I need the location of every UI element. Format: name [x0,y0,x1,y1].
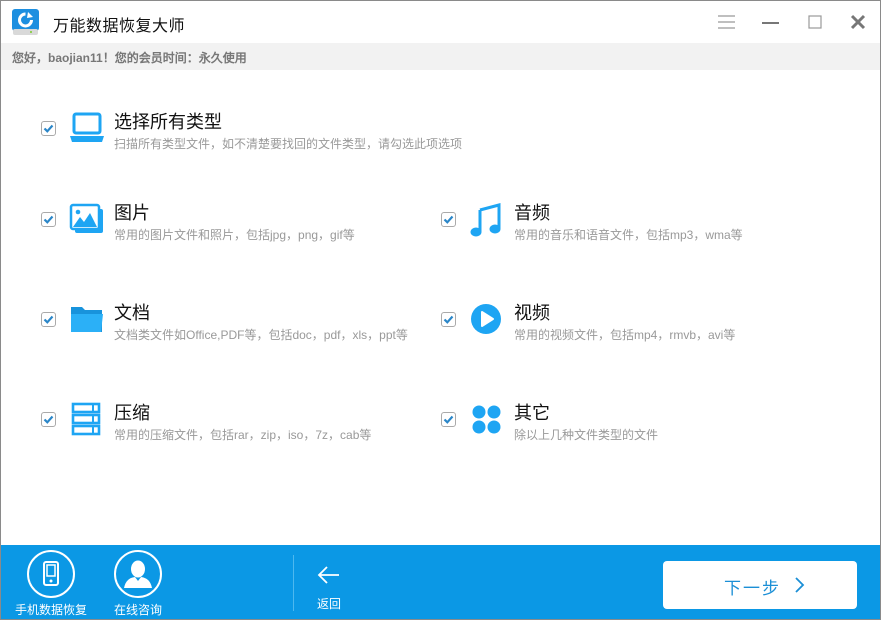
member-info-text: 您好，baojian11！您的会员时间：永久使用 [12,51,247,65]
checkbox-audio[interactable] [441,212,456,227]
checkmark-icon [43,415,54,424]
checkbox-others[interactable] [441,412,456,427]
arrow-left-icon [317,566,339,584]
next-step-label: 下一步 [724,579,781,598]
option-title: 图片 [114,203,150,223]
checkmark-icon [443,415,454,424]
option-archives[interactable]: 压缩 常用的压缩文件，包括rar，zip，iso，7z，cab等 [41,402,431,452]
option-documents[interactable]: 文档 文档类文件如Office,PDF等，包括doc，pdf，xls，ppt等 [41,302,431,352]
option-all-types[interactable]: 选择所有类型 扫描所有类型文件，如不清楚要找回的文件类型，请勾选此项选项 [41,111,501,161]
option-title: 视频 [514,303,550,323]
option-title: 压缩 [114,403,150,423]
maximize-icon [808,15,822,29]
option-audio[interactable]: 音频 常用的音乐和语音文件，包括mp3，wma等 [441,202,781,252]
checkbox-all-types[interactable] [41,121,56,136]
app-window: 万能数据恢复大师 您好，baojian11！您的会员时间：永久使用 选择所有类型… [0,0,881,620]
checkmark-icon [43,215,54,224]
music-note-icon [470,203,501,237]
checkbox-video[interactable] [441,312,456,327]
option-title: 音频 [514,203,550,223]
back-button[interactable]: 返回 [309,559,349,615]
phone-recovery-circle [27,550,75,598]
checkbox-archives[interactable] [41,412,56,427]
option-others[interactable]: 其它 除以上几种文件类型的文件 [441,402,781,452]
phone-icon [43,561,59,586]
footer-bar: 手机数据恢复 在线咨询 返回 下一步 [1,545,880,619]
title-bar: 万能数据恢复大师 [1,1,880,43]
menu-icon [718,15,735,29]
checkbox-documents[interactable] [41,312,56,327]
online-consult-button[interactable]: 在线咨询 [100,550,176,618]
option-title: 文档 [114,303,150,323]
checkbox-pictures[interactable] [41,212,56,227]
option-description: 常用的音乐和语音文件，包括mp3，wma等 [514,228,743,242]
grid-dots-icon [472,405,501,434]
play-icon [471,304,501,334]
checkmark-icon [443,215,454,224]
next-step-button[interactable]: 下一步 [663,561,857,609]
chevron-right-icon [795,577,805,593]
close-button[interactable] [847,11,869,33]
checkmark-icon [443,315,454,324]
option-title: 其它 [514,403,550,423]
option-pictures[interactable]: 图片 常用的图片文件和照片，包括jpg，png，gif等 [41,202,431,252]
option-description: 除以上几种文件类型的文件 [514,428,659,442]
phone-recovery-label: 手机数据恢复 [14,603,87,617]
checkmark-icon [43,124,54,133]
close-icon [850,14,866,30]
online-consult-circle [114,550,162,598]
option-description: 常用的视频文件，包括mp4，rmvb，avi等 [514,328,736,342]
app-logo-icon [12,9,39,35]
menu-button[interactable] [716,11,738,33]
back-label: 返回 [316,597,341,611]
app-title: 万能数据恢复大师 [53,18,186,35]
option-description: 扫描所有类型文件，如不清楚要找回的文件类型，请勾选此项选项 [114,137,463,151]
online-consult-label: 在线咨询 [113,603,162,617]
folder-icon [71,307,103,332]
image-icon [69,203,103,233]
checkmark-icon [43,315,54,324]
option-video[interactable]: 视频 常用的视频文件，包括mp4，rmvb，avi等 [441,302,781,352]
option-description: 文档类文件如Office,PDF等，包括doc，pdf，xls，ppt等 [114,328,408,342]
minimize-icon [762,22,779,24]
maximize-button[interactable] [804,11,826,33]
footer-divider [293,555,294,611]
option-title: 选择所有类型 [114,112,222,132]
minimize-button[interactable] [760,11,782,33]
phone-recovery-button[interactable]: 手机数据恢复 [13,550,89,618]
archive-stack-icon [71,402,101,436]
option-description: 常用的压缩文件，包括rar，zip，iso，7z，cab等 [114,428,372,442]
option-description: 常用的图片文件和照片，包括jpg，png，gif等 [114,228,355,242]
laptop-icon [70,112,104,142]
user-avatar-icon [124,560,152,588]
member-info-bar: 您好，baojian11！您的会员时间：永久使用 [1,43,880,70]
